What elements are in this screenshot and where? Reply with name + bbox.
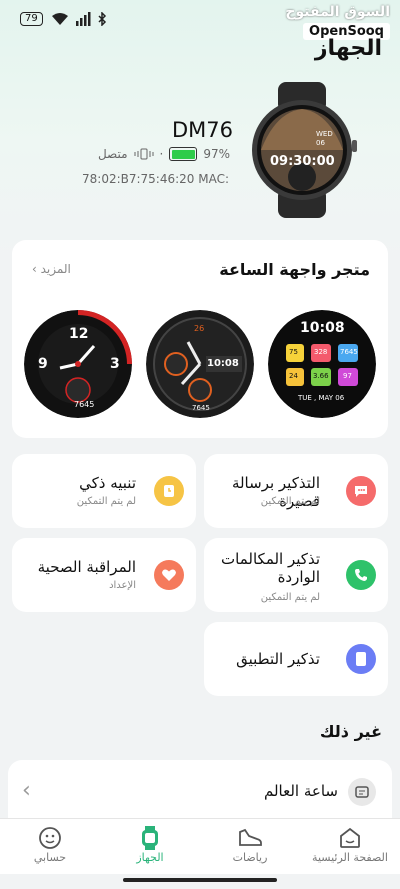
world-clock-icon bbox=[348, 778, 376, 806]
battery-level: 97% bbox=[203, 147, 230, 161]
health-title: المراقبة الصحية bbox=[37, 558, 136, 576]
nav-account-label: حسابي bbox=[33, 851, 67, 864]
face-steps: 7645 bbox=[74, 400, 95, 409]
face-steps-sport: 7645 bbox=[192, 404, 210, 412]
watch-day: WED bbox=[316, 130, 333, 138]
store-title: متجر واجهة الساعة bbox=[219, 260, 370, 279]
call-reminder-tile[interactable]: تذكير المكالمات الواردة لم يتم التمكين bbox=[204, 538, 388, 612]
face-digital-time: 10:08 bbox=[300, 320, 345, 336]
nav-sports[interactable]: رياضات bbox=[200, 819, 300, 874]
face-stat-6: 97 bbox=[343, 372, 352, 380]
chevron-left-icon: ‹ bbox=[32, 262, 41, 276]
connection-status: متصل bbox=[97, 147, 128, 161]
vibrate-icon bbox=[134, 148, 153, 160]
smart-sub: لم يتم التمكين bbox=[76, 496, 136, 507]
face-digit-9: 9 bbox=[38, 356, 48, 372]
nav-home-label: الصفحة الرئيسية bbox=[312, 851, 388, 864]
watch-time: 09:30:00 bbox=[270, 154, 335, 169]
heart-icon bbox=[154, 560, 184, 590]
smart-title: تنبيه ذكي bbox=[79, 474, 136, 492]
app-phone-icon bbox=[346, 644, 376, 674]
watch-face-store: متجر واجهة الساعة ‹ المزيد 12 3 7645 9 2… bbox=[12, 240, 388, 438]
nav-device-label: الجهاز bbox=[136, 851, 164, 864]
face-stat-5: 3.66 bbox=[313, 372, 329, 380]
world-clock-label: ساعة العالم bbox=[264, 782, 338, 800]
app-title: تذكير التطبيق bbox=[236, 650, 320, 668]
signal-icon bbox=[75, 12, 91, 26]
calls-title-1: تذكير المكالمات bbox=[221, 550, 320, 568]
sms-reminder-tile[interactable]: التذكير برسالة قصيرة لم يتم التمكين bbox=[204, 454, 388, 528]
face-digit-3: 3 bbox=[110, 356, 120, 372]
page-title: الجهاز bbox=[314, 36, 382, 61]
app-reminder-tile[interactable]: تذكير التطبيق bbox=[204, 622, 388, 696]
dot-separator: · bbox=[159, 147, 164, 161]
nav-device[interactable]: الجهاز bbox=[100, 819, 200, 874]
watermark-arabic: السوق المفتوح bbox=[285, 4, 390, 20]
shoe-icon bbox=[239, 828, 262, 846]
other-section-title: غير ذلك bbox=[319, 722, 382, 741]
calls-sub: لم يتم التمكين bbox=[260, 592, 320, 603]
nav-home[interactable]: الصفحة الرئيسية bbox=[300, 819, 400, 874]
chevron-left-icon: ‹ bbox=[22, 778, 31, 803]
store-more-link[interactable]: ‹ المزيد bbox=[32, 262, 71, 276]
calls-title-2: الواردة bbox=[277, 568, 320, 586]
smart-alert-icon bbox=[154, 476, 184, 506]
health-sub: الإعداد bbox=[109, 580, 136, 591]
sms-icon bbox=[346, 476, 376, 506]
watch-face-sport[interactable]: 26 10:08 7645 bbox=[146, 310, 254, 418]
status-battery: 79 bbox=[20, 12, 43, 26]
home-icon bbox=[340, 827, 360, 848]
watch-face-digital-colorful[interactable]: 10:08 75 328 7645 24 3.66 97 TUE , MAY 0… bbox=[268, 310, 376, 418]
device-model: DM76 bbox=[172, 118, 234, 142]
face-date: TUE , MAY 06 bbox=[298, 394, 345, 402]
bluetooth-icon bbox=[98, 12, 106, 26]
nav-sports-label: رياضات bbox=[232, 851, 268, 864]
wifi-icon bbox=[51, 13, 68, 25]
store-more-label: المزيد bbox=[40, 262, 71, 276]
face-stat-3: 7645 bbox=[340, 348, 358, 356]
face-icon bbox=[39, 827, 61, 849]
watch-date: 06 bbox=[316, 139, 325, 147]
smart-alert-tile[interactable]: تنبيه ذكي لم يتم التمكين bbox=[12, 454, 196, 528]
home-indicator[interactable] bbox=[123, 878, 277, 882]
watch-image: WED 06 09:30:00 bbox=[246, 82, 358, 218]
face-digit-12: 12 bbox=[69, 326, 89, 342]
sms-sub: لم يتم التمكين bbox=[260, 496, 320, 507]
mac-address: 78:02:B7:75:46:20 MAC: bbox=[82, 172, 230, 186]
watch-face-analog-red[interactable]: 12 3 7645 9 bbox=[24, 310, 132, 418]
phone-icon bbox=[346, 560, 376, 590]
face-time: 10:08 bbox=[207, 358, 239, 369]
face-stat-4: 24 bbox=[289, 372, 298, 380]
health-monitor-tile[interactable]: المراقبة الصحية الإعداد bbox=[12, 538, 196, 612]
face-stat-1: 75 bbox=[289, 348, 298, 356]
face-stat-top: 26 bbox=[194, 324, 205, 333]
watermark: السوق المفتوح OpenSooq bbox=[285, 4, 390, 40]
face-stat-2: 328 bbox=[314, 348, 328, 356]
bottom-nav: حسابي الجهاز رياضات الصفحة الرئيسية bbox=[0, 818, 400, 874]
nav-account[interactable]: حسابي bbox=[0, 819, 100, 874]
connection-row: متصل · 97% bbox=[90, 147, 230, 161]
watch-icon bbox=[142, 826, 158, 850]
battery-icon bbox=[169, 147, 198, 161]
